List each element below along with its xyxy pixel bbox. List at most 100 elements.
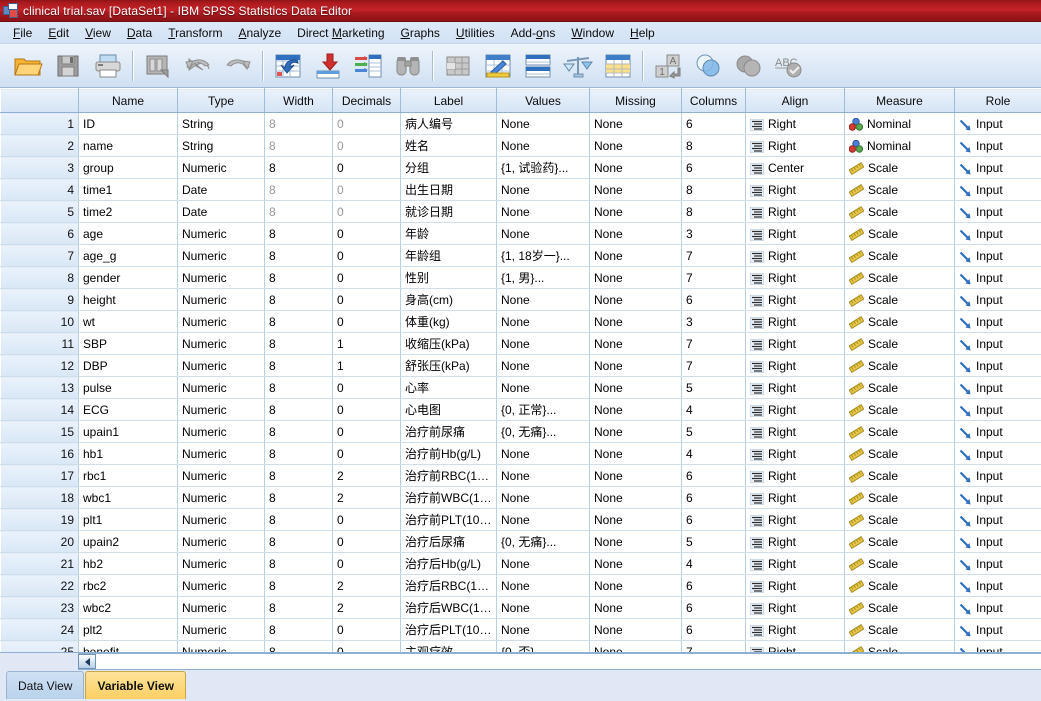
cell-measure[interactable]: Scale <box>844 222 955 245</box>
cell-columns[interactable]: 7 <box>681 354 746 377</box>
cell-align[interactable]: Right <box>745 288 845 311</box>
cell-role[interactable]: Input <box>954 398 1041 421</box>
cell-width[interactable]: 8 <box>264 178 333 201</box>
cell-label[interactable]: 治疗后PLT(10e... <box>400 618 497 641</box>
cell-columns[interactable]: 6 <box>681 574 746 597</box>
cell-decimals[interactable]: 0 <box>332 288 401 311</box>
column-header-columns[interactable]: Columns <box>681 88 746 113</box>
cell-decimals[interactable]: 0 <box>332 420 401 443</box>
cell-width[interactable]: 8 <box>264 574 333 597</box>
table-row[interactable]: 25 benefit Numeric 8 0 主观疗效 {0, 否}... None 7 Righ… <box>0 640 1041 652</box>
cell-width[interactable]: 8 <box>264 508 333 531</box>
cell-missing[interactable]: None <box>589 618 682 641</box>
cell-width[interactable]: 8 <box>264 310 333 333</box>
cell-align[interactable]: Right <box>745 464 845 487</box>
goto-variable-button[interactable] <box>308 47 348 85</box>
cell-type[interactable]: Numeric <box>177 156 265 179</box>
cell-role[interactable]: Input <box>954 508 1041 531</box>
cell-align[interactable]: Right <box>745 376 845 399</box>
cell-label[interactable]: 治疗前WBC(10... <box>400 486 497 509</box>
cell-values[interactable]: None <box>496 134 590 157</box>
cell-measure[interactable]: Scale <box>844 442 955 465</box>
cell-decimals[interactable]: 0 <box>332 442 401 465</box>
cell-decimals[interactable]: 0 <box>332 222 401 245</box>
cell-width[interactable]: 8 <box>264 354 333 377</box>
cell-values[interactable]: None <box>496 112 590 135</box>
cell-role[interactable]: Input <box>954 112 1041 135</box>
cell-columns[interactable]: 5 <box>681 420 746 443</box>
column-header-decimals[interactable]: Decimals <box>332 88 401 113</box>
cell-values[interactable]: None <box>496 178 590 201</box>
cell-role[interactable]: Input <box>954 222 1041 245</box>
table-row[interactable]: 4 time1 Date 8 0 出生日期 None None 8 Right Scale Input <box>0 178 1041 201</box>
cell-decimals[interactable]: 0 <box>332 178 401 201</box>
cell-missing[interactable]: None <box>589 486 682 509</box>
cell-columns[interactable]: 6 <box>681 486 746 509</box>
cell-type[interactable]: Numeric <box>177 596 265 619</box>
cell-role[interactable]: Input <box>954 354 1041 377</box>
cell-type[interactable]: Numeric <box>177 376 265 399</box>
row-number[interactable]: 24 <box>0 618 79 641</box>
cell-name[interactable]: gender <box>78 266 178 289</box>
cell-role[interactable]: Input <box>954 376 1041 399</box>
cell-label[interactable]: 治疗前尿痛 <box>400 420 497 443</box>
cell-label[interactable]: 治疗后尿痛 <box>400 530 497 553</box>
cell-decimals[interactable]: 0 <box>332 310 401 333</box>
cell-columns[interactable]: 7 <box>681 332 746 355</box>
cell-label[interactable]: 姓名 <box>400 134 497 157</box>
table-row[interactable]: 7 age_g Numeric 8 0 年龄组 {1, 18岁一}... None 7 Right… <box>0 244 1041 267</box>
cell-measure[interactable]: Scale <box>844 420 955 443</box>
cell-label[interactable]: 年龄 <box>400 222 497 245</box>
weight-cases-button[interactable] <box>558 47 598 85</box>
cell-measure[interactable]: Nominal <box>844 112 955 135</box>
cell-missing[interactable]: None <box>589 266 682 289</box>
cell-label[interactable]: 主观疗效 <box>400 640 497 652</box>
row-number[interactable]: 15 <box>0 420 79 443</box>
cell-type[interactable]: Numeric <box>177 508 265 531</box>
row-number[interactable]: 17 <box>0 464 79 487</box>
cell-align[interactable]: Right <box>745 310 845 333</box>
cell-name[interactable]: wbc1 <box>78 486 178 509</box>
cell-measure[interactable]: Scale <box>844 376 955 399</box>
cell-missing[interactable]: None <box>589 112 682 135</box>
cell-measure[interactable]: Scale <box>844 552 955 575</box>
variables-button[interactable] <box>348 47 388 85</box>
cell-columns[interactable]: 7 <box>681 640 746 652</box>
cell-role[interactable]: Input <box>954 266 1041 289</box>
cell-columns[interactable]: 7 <box>681 266 746 289</box>
cell-measure[interactable]: Scale <box>844 640 955 652</box>
cell-columns[interactable]: 8 <box>681 178 746 201</box>
cell-measure[interactable]: Scale <box>844 508 955 531</box>
cell-width[interactable]: 8 <box>264 200 333 223</box>
column-header-label[interactable]: Label <box>400 88 497 113</box>
cell-columns[interactable]: 3 <box>681 222 746 245</box>
cell-values[interactable]: {0, 无痛}... <box>496 530 590 553</box>
table-row[interactable]: 14 ECG Numeric 8 0 心电图 {0, 正常}... None 4 Right Sca… <box>0 398 1041 421</box>
cell-measure[interactable]: Scale <box>844 178 955 201</box>
menu-item-direct-marketing[interactable]: Direct Marketing <box>289 23 392 43</box>
cell-columns[interactable]: 6 <box>681 508 746 531</box>
cell-align[interactable]: Right <box>745 508 845 531</box>
cell-missing[interactable]: None <box>589 178 682 201</box>
cell-type[interactable]: String <box>177 112 265 135</box>
spell-check-button[interactable]: ABC <box>768 47 808 85</box>
cell-measure[interactable]: Scale <box>844 266 955 289</box>
cell-align[interactable]: Right <box>745 244 845 267</box>
cell-label[interactable]: 体重(kg) <box>400 310 497 333</box>
cell-name[interactable]: rbc2 <box>78 574 178 597</box>
cell-role[interactable]: Input <box>954 200 1041 223</box>
menu-item-analyze[interactable]: Analyze <box>230 23 289 43</box>
cell-measure[interactable]: Scale <box>844 464 955 487</box>
row-number[interactable]: 19 <box>0 508 79 531</box>
cell-missing[interactable]: None <box>589 156 682 179</box>
table-row[interactable]: 9 height Numeric 8 0 身高(cm) None None 6 Right Scal… <box>0 288 1041 311</box>
cell-decimals[interactable]: 0 <box>332 552 401 575</box>
cell-decimals[interactable]: 0 <box>332 156 401 179</box>
cell-values[interactable]: {0, 否}... <box>496 640 590 652</box>
cell-measure[interactable]: Nominal <box>844 134 955 157</box>
cell-missing[interactable]: None <box>589 530 682 553</box>
cell-name[interactable]: hb2 <box>78 552 178 575</box>
goto-case-button[interactable] <box>268 47 308 85</box>
row-number[interactable]: 11 <box>0 332 79 355</box>
cell-decimals[interactable]: 0 <box>332 244 401 267</box>
